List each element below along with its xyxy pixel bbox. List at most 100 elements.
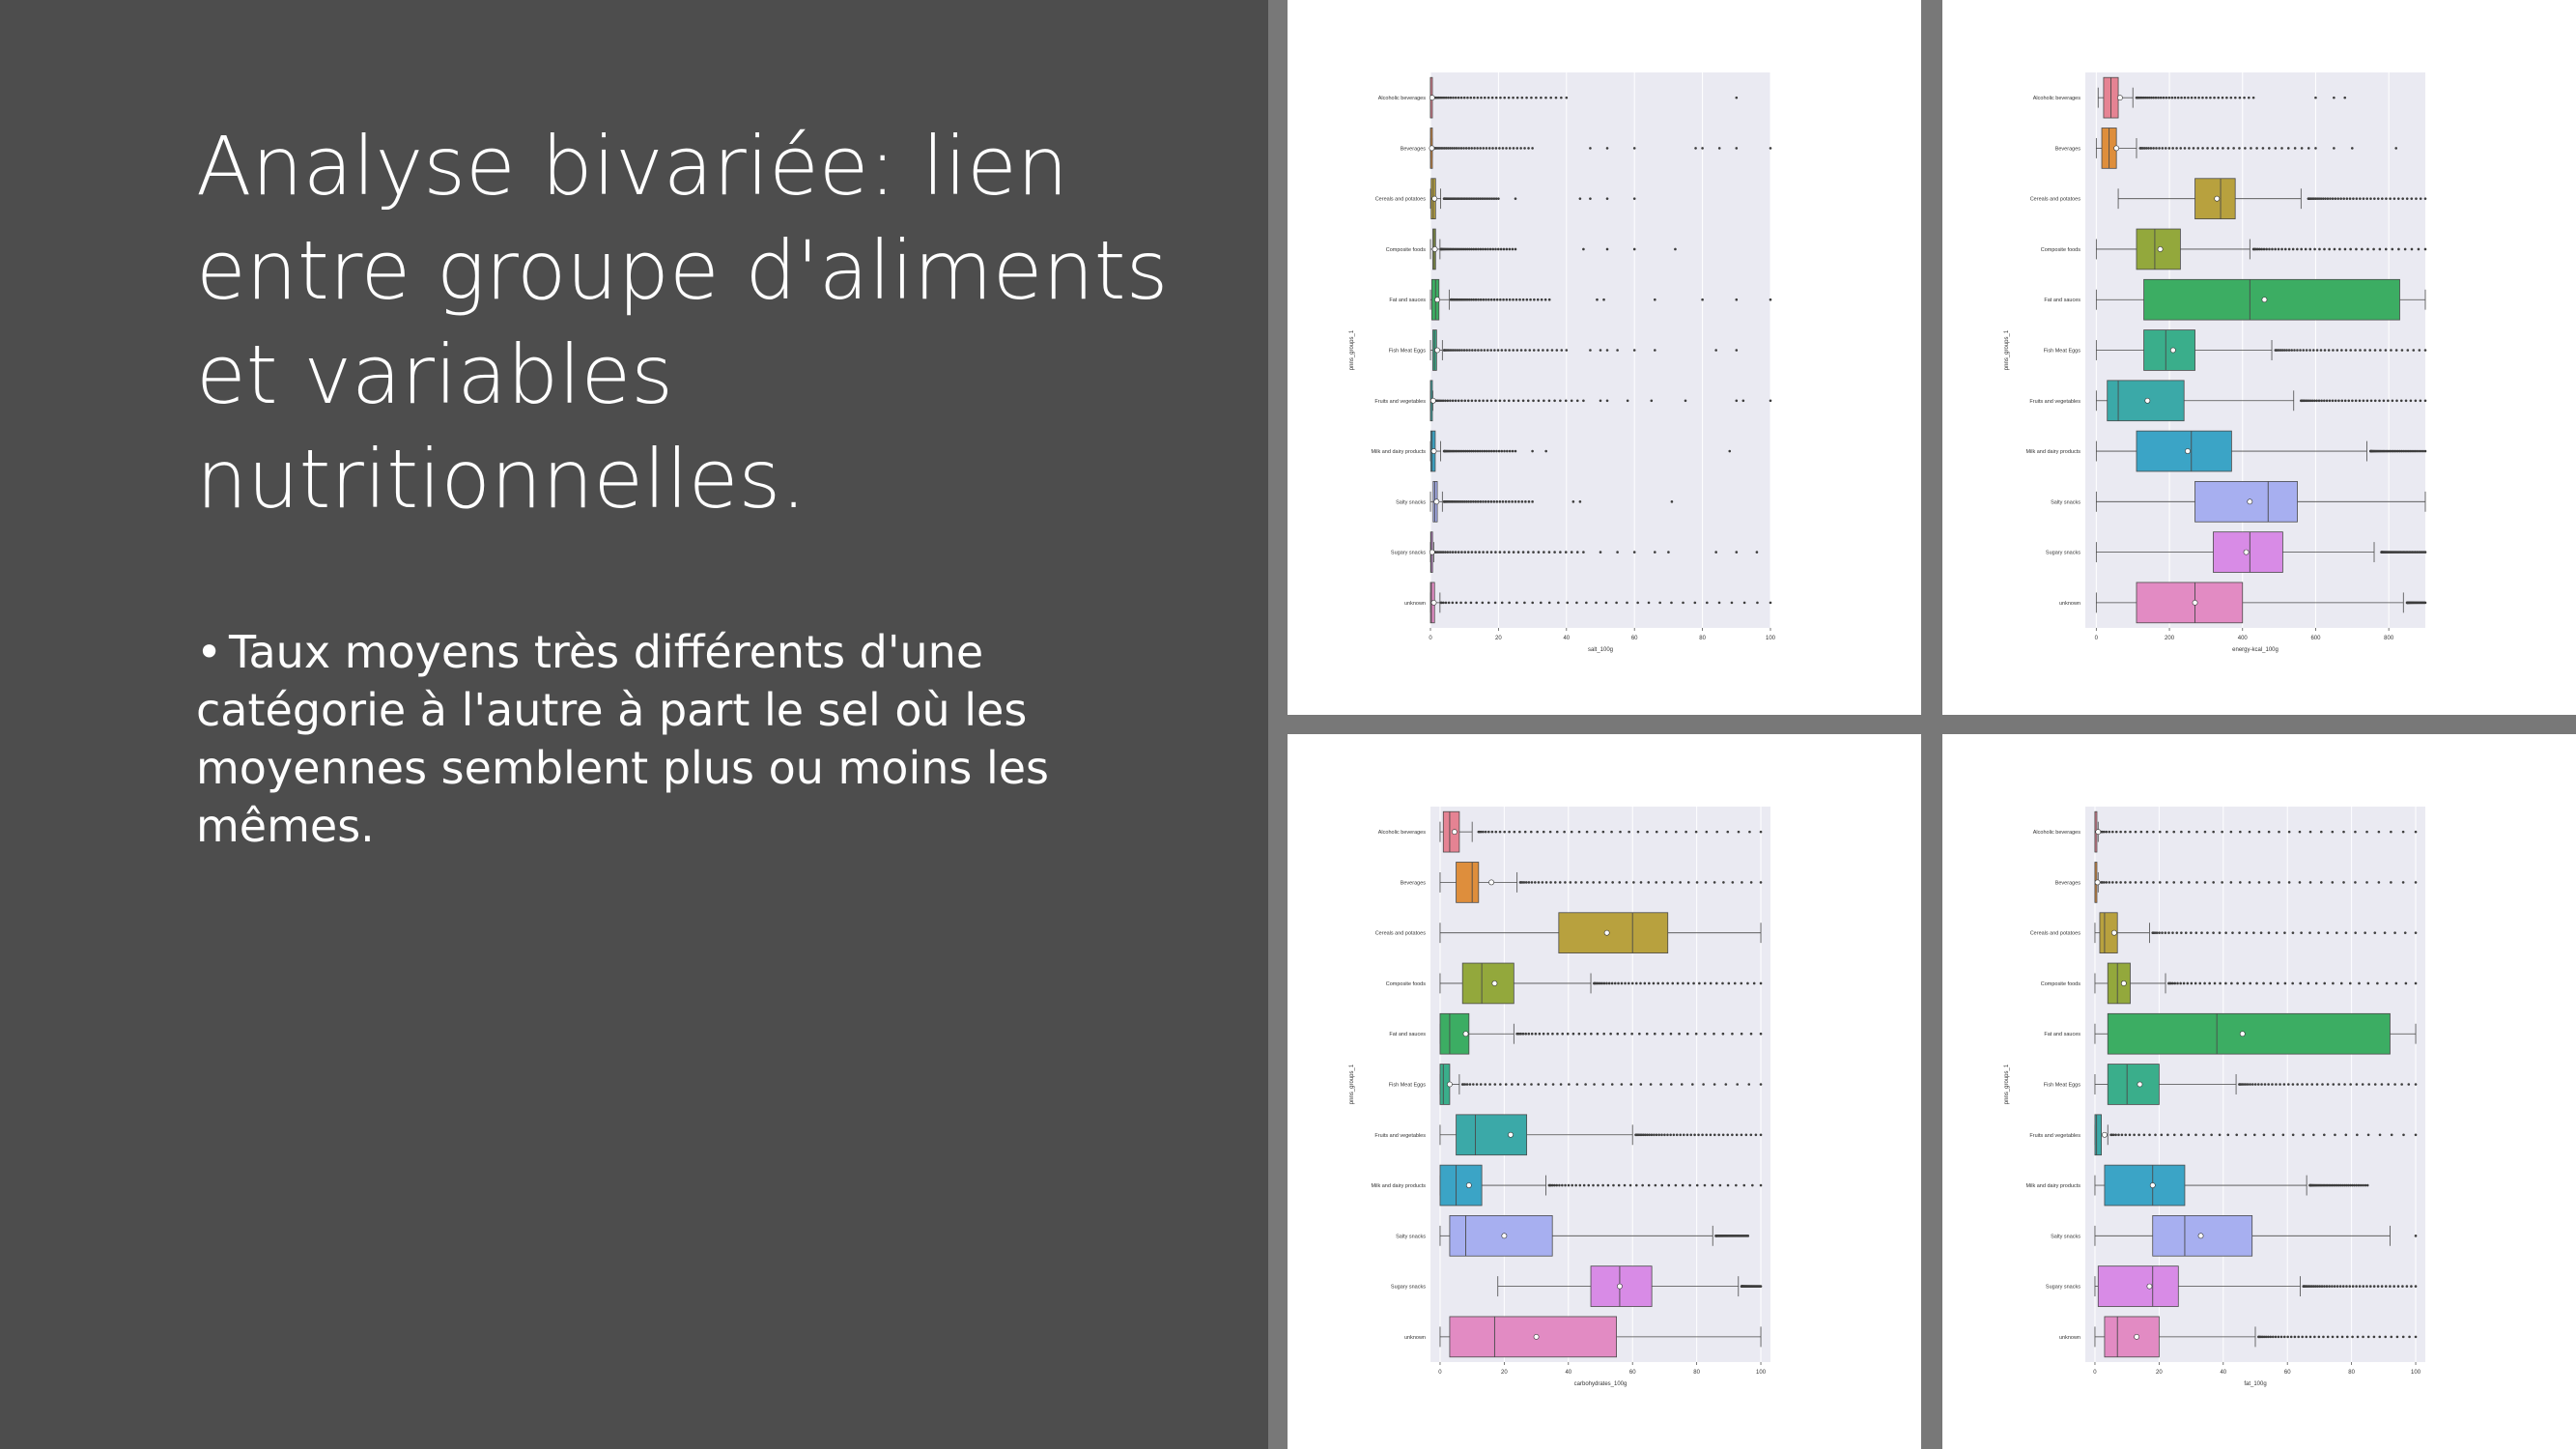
outlier-point <box>2238 147 2241 150</box>
outlier-point <box>1656 981 1660 985</box>
outlier-point <box>2249 1083 2251 1086</box>
outlier-point <box>1731 1032 1734 1036</box>
outlier-point <box>2176 981 2179 985</box>
outlier-point <box>2358 981 2361 985</box>
outlier-point <box>1478 399 1481 403</box>
outlier-point <box>1563 830 1566 834</box>
box-sugary-snacks <box>2097 1265 2179 1307</box>
outlier-point <box>2366 1335 2370 1339</box>
outlier-point <box>2129 830 2132 834</box>
outlier-point <box>2344 1133 2348 1137</box>
outlier-point <box>2325 399 2329 403</box>
outlier-point <box>1464 601 1467 605</box>
mean-marker <box>2117 95 2123 101</box>
outlier-point <box>2155 147 2158 150</box>
outlier-point <box>2230 981 2233 985</box>
outlier-point <box>1701 298 1704 301</box>
outlier-point <box>2243 96 2246 99</box>
outlier-point <box>2160 1133 2164 1137</box>
y-tick-label: Salty snacks <box>2051 1234 2081 1239</box>
outlier-point <box>1602 1032 1605 1036</box>
outlier-point <box>1605 147 1609 150</box>
outlier-point <box>1465 1083 1469 1086</box>
outlier-point <box>1457 399 1460 403</box>
outlier-point <box>2274 247 2277 251</box>
outlier-point <box>1463 1083 1467 1086</box>
outlier-point <box>2344 349 2348 352</box>
box-salty-snacks <box>2194 481 2298 523</box>
outlier-point <box>2396 197 2400 200</box>
y-tick-label: Fruits and vegetables <box>2029 399 2081 405</box>
x-tick-label: 200 <box>2165 636 2175 641</box>
outlier-point <box>1475 601 1479 605</box>
outlier-point <box>2349 1083 2352 1086</box>
outlier-point <box>1532 399 1535 403</box>
x-tick-label: 100 <box>2411 1370 2421 1376</box>
outlier-point <box>1769 601 1772 605</box>
outlier-point <box>1648 981 1651 985</box>
outlier-point <box>2313 247 2316 251</box>
outlier-point <box>2337 1083 2340 1086</box>
outlier-point <box>2196 147 2200 150</box>
outlier-point <box>2334 1133 2336 1137</box>
outlier-point <box>1650 399 1654 403</box>
outlier-point <box>1529 830 1533 834</box>
outlier-point <box>1452 96 1455 99</box>
outlier-point <box>1585 601 1588 605</box>
outlier-point <box>1485 298 1487 301</box>
outlier-point <box>2190 931 2193 934</box>
outlier-point <box>1469 500 1473 503</box>
outlier-point <box>1653 1032 1656 1036</box>
outlier-point <box>1500 449 1504 453</box>
outlier-point <box>2320 1285 2324 1288</box>
outlier-point <box>2376 197 2380 200</box>
mean-marker <box>1462 1031 1469 1037</box>
y-tick-label: Sugary snacks <box>2046 551 2081 556</box>
outlier-point <box>2172 1133 2176 1137</box>
outlier-point <box>1632 247 1636 251</box>
chart-panel-fat: 0 20 40 60 80 100 Alcoholic beverages Beverages… <box>1942 734 2576 1449</box>
outlier-point <box>2111 1133 2115 1137</box>
outlier-point <box>1474 551 1477 554</box>
outlier-point <box>2401 197 2405 200</box>
outlier-point <box>2124 830 2127 834</box>
outlier-point <box>1471 1083 1475 1086</box>
box-milk-and-dairy-products <box>1439 1164 1483 1207</box>
outlier-point <box>2296 1083 2299 1086</box>
outlier-point <box>1721 1133 1725 1137</box>
outlier-point <box>2340 1335 2344 1339</box>
outlier-point <box>2313 399 2316 403</box>
outlier-point <box>2331 830 2335 834</box>
mean-marker <box>2120 980 2127 986</box>
outlier-point <box>1514 298 1518 301</box>
outlier-point <box>2154 1133 2157 1137</box>
outlier-point <box>1670 500 1674 503</box>
box-fruits-and-vegetables <box>1456 1114 1528 1156</box>
outlier-point <box>2354 881 2357 884</box>
outlier-point <box>2305 1335 2308 1339</box>
outlier-point <box>2139 881 2143 884</box>
outlier-point <box>2420 449 2422 453</box>
outlier-point <box>1564 1183 1567 1187</box>
outlier-point <box>1514 449 1517 453</box>
outlier-point <box>2210 1133 2213 1137</box>
box-fish-meat-eggs <box>2107 1064 2160 1105</box>
mean-marker <box>1434 297 1440 303</box>
y-tick-label: Sugary snacks <box>1391 1285 1426 1291</box>
outlier-point <box>1759 1083 1763 1086</box>
outlier-point <box>1449 399 1452 403</box>
outlier-point <box>1679 881 1682 884</box>
outlier-point <box>1526 399 1530 403</box>
outlier-point <box>2137 1133 2140 1137</box>
outlier-point <box>1587 1183 1591 1187</box>
outlier-point <box>1601 1183 1604 1187</box>
outlier-point <box>1545 349 1549 352</box>
box-beverages <box>1456 862 1480 903</box>
outlier-point <box>1654 298 1656 301</box>
outlier-point <box>1537 881 1541 884</box>
outlier-point <box>2401 1335 2405 1339</box>
outlier-point <box>1469 601 1473 605</box>
outlier-point <box>2383 931 2387 934</box>
x-tick-label: 60 <box>2284 1370 2291 1376</box>
outlier-point <box>2184 931 2188 934</box>
